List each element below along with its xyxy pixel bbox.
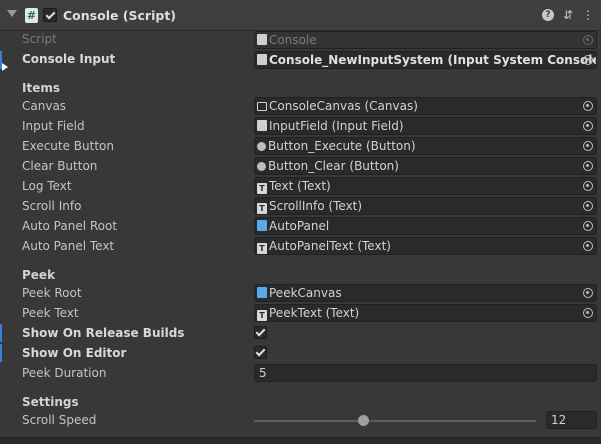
peek-duration-input[interactable]: 5	[254, 364, 597, 382]
show-on-release-builds-checkbox[interactable]	[254, 326, 267, 339]
peek-text-label: Peek Text	[22, 306, 79, 320]
component-title: Console (Script)	[63, 8, 177, 23]
peek-root-label: Peek Root	[22, 286, 82, 300]
items-heading: Items	[22, 81, 60, 95]
object-picker-icon[interactable]	[583, 55, 593, 65]
component-header: # Console (Script) ? ⇵ ⋮	[0, 0, 601, 31]
auto-panel-text-field[interactable]: T AutoPanelText (Text)	[254, 237, 597, 255]
object-picker-icon[interactable]	[583, 141, 593, 151]
button-icon	[257, 162, 266, 171]
script-label: Script	[22, 32, 57, 46]
auto-panel-root-label: Auto Panel Root	[22, 219, 118, 233]
log-text-label: Log Text	[22, 179, 72, 193]
context-menu-icon[interactable]: ⋮	[581, 8, 595, 22]
clear-button-label: Clear Button	[22, 159, 98, 173]
cube-icon	[257, 287, 267, 298]
show-on-editor-checkbox[interactable]	[254, 346, 267, 359]
override-indicator	[0, 324, 2, 342]
console-input-label: Console Input	[22, 52, 116, 66]
object-picker-icon[interactable]	[583, 121, 593, 131]
peek-heading: Peek	[22, 268, 56, 282]
object-picker-icon[interactable]	[583, 201, 593, 211]
canvas-field[interactable]: ConsoleCanvas (Canvas)	[254, 97, 597, 115]
execute-button-field[interactable]: Button_Execute (Button)	[254, 137, 597, 155]
scroll-speed-slider-thumb[interactable]	[358, 415, 369, 426]
input-field-value: InputField (Input Field)	[269, 119, 404, 133]
canvas-label: Canvas	[22, 99, 67, 113]
peek-text-value: PeekText (Text)	[269, 306, 360, 320]
object-picker-icon	[583, 35, 593, 45]
show-on-release-builds-label: Show On Release Builds	[22, 326, 185, 340]
show-on-editor-label: Show On Editor	[22, 346, 127, 360]
object-picker-icon[interactable]	[583, 308, 593, 318]
input-field-icon	[257, 120, 267, 131]
auto-panel-text-label: Auto Panel Text	[22, 239, 115, 253]
canvas-icon	[257, 102, 267, 111]
component-enabled-checkbox[interactable]	[43, 8, 57, 22]
text-icon: T	[257, 310, 267, 321]
input-field-label: Input Field	[22, 119, 85, 133]
object-picker-icon[interactable]	[583, 161, 593, 171]
input-field-field[interactable]: InputField (Input Field)	[254, 117, 597, 135]
help-icon[interactable]: ?	[542, 9, 554, 21]
log-text-field[interactable]: T Text (Text)	[254, 177, 597, 195]
settings-heading: Settings	[22, 395, 79, 409]
mouse-cursor-icon	[2, 63, 8, 71]
script-icon: #	[25, 8, 38, 23]
log-text-value: Text (Text)	[269, 179, 331, 193]
peek-duration-label: Peek Duration	[22, 366, 107, 380]
text-icon: T	[257, 243, 267, 254]
text-icon: T	[257, 183, 267, 194]
scroll-speed-input[interactable]: 12	[546, 411, 597, 429]
auto-panel-root-value: AutoPanel	[269, 219, 330, 233]
override-indicator	[0, 344, 2, 362]
scroll-speed-slider-track[interactable]	[254, 420, 536, 422]
object-picker-icon[interactable]	[583, 288, 593, 298]
cube-icon	[257, 220, 267, 231]
object-picker-icon[interactable]	[583, 181, 593, 191]
clear-button-value: Button_Clear (Button)	[268, 159, 399, 173]
object-picker-icon[interactable]	[583, 221, 593, 231]
script-value: Console	[269, 33, 317, 47]
scroll-info-label: Scroll Info	[22, 199, 82, 213]
text-icon: T	[257, 203, 267, 214]
scroll-speed-label: Scroll Speed	[22, 413, 97, 427]
execute-button-value: Button_Execute (Button)	[268, 139, 416, 153]
script-file-icon	[257, 34, 267, 45]
auto-panel-text-value: AutoPanelText (Text)	[269, 239, 391, 253]
clear-button-field[interactable]: Button_Clear (Button)	[254, 157, 597, 175]
presets-icon[interactable]: ⇵	[561, 8, 575, 22]
auto-panel-root-field[interactable]: AutoPanel	[254, 217, 597, 235]
foldout-arrow-icon[interactable]	[7, 10, 17, 17]
scroll-info-field[interactable]: T ScrollInfo (Text)	[254, 197, 597, 215]
console-input-field[interactable]: Console_NewInputSystem (Input System Con…	[254, 51, 597, 69]
peek-root-value: PeekCanvas	[269, 286, 342, 300]
peek-text-field[interactable]: T PeekText (Text)	[254, 304, 597, 322]
execute-button-label: Execute Button	[22, 139, 114, 153]
console-input-value: Console_NewInputSystem (Input System Con…	[269, 53, 597, 67]
peek-root-field[interactable]: PeekCanvas	[254, 284, 597, 302]
canvas-value: ConsoleCanvas (Canvas)	[269, 99, 418, 113]
script-field: Console	[254, 31, 597, 49]
asset-file-icon	[257, 54, 267, 65]
button-icon	[257, 142, 266, 151]
object-picker-icon[interactable]	[583, 101, 593, 111]
peek-duration-value: 5	[259, 366, 267, 380]
object-picker-icon[interactable]	[583, 241, 593, 251]
scroll-info-value: ScrollInfo (Text)	[269, 199, 363, 213]
